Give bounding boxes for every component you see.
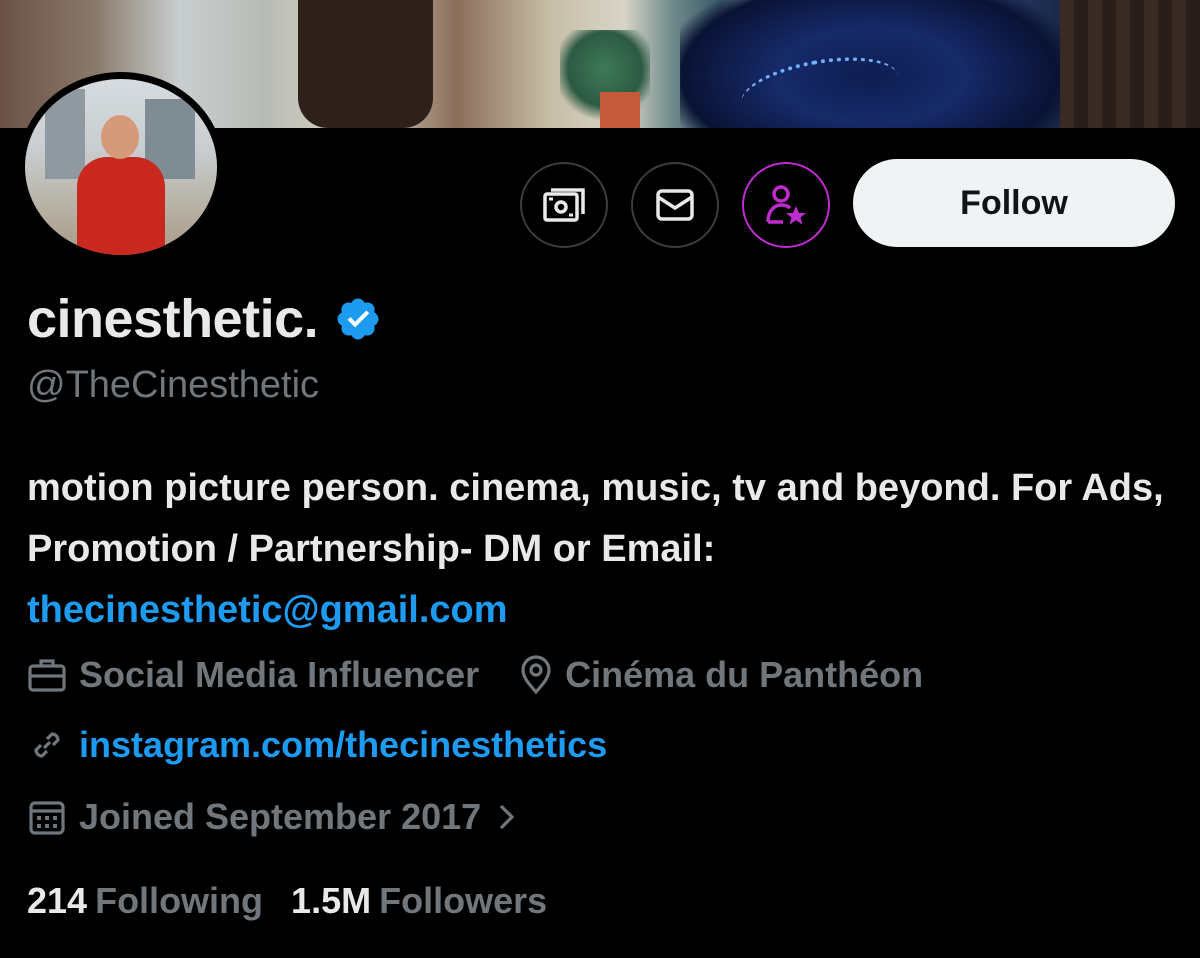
bio-text: motion picture person. cinema, music, tv…	[27, 467, 1164, 570]
location-text: Cinéma du Panthéon	[565, 654, 924, 695]
meta-row-category-location: Social Media Influencer Cinéma du Panthé…	[27, 654, 963, 696]
tip-money-button[interactable]	[520, 162, 608, 248]
handle: @TheCinesthetic	[27, 364, 320, 406]
briefcase-icon	[28, 659, 66, 692]
message-button[interactable]	[631, 162, 719, 248]
followers-label: Followers	[379, 880, 548, 921]
following-count: 214	[27, 880, 88, 921]
meta-row-website: instagram.com/thecinesthetics	[27, 724, 647, 766]
website-link[interactable]: instagram.com/thecinesthetics	[79, 724, 607, 766]
bio-email-link[interactable]: thecinesthetic@gmail.com	[27, 589, 508, 631]
followers-stat[interactable]: 1.5M Followers	[291, 880, 547, 922]
bio: motion picture person. cinema, music, tv…	[27, 458, 1177, 641]
follow-stats: 214 Following 1.5M Followers	[27, 880, 575, 922]
banner-pot	[600, 92, 640, 128]
banner-curtain	[1060, 0, 1200, 128]
calendar-icon	[29, 801, 65, 835]
subscribe-button[interactable]	[742, 162, 830, 248]
joined-item[interactable]: Joined September 2017	[27, 796, 519, 838]
money-icon	[543, 188, 585, 222]
location-pin-icon	[521, 655, 551, 695]
location-item: Cinéma du Panthéon	[519, 654, 923, 696]
following-label: Following	[95, 880, 264, 921]
followers-count: 1.5M	[291, 880, 372, 921]
avatar-image	[25, 79, 217, 255]
avatar-building-left	[45, 89, 85, 179]
envelope-icon	[656, 189, 694, 221]
category-item: Social Media Influencer	[27, 654, 479, 696]
chevron-right-icon	[500, 804, 515, 830]
name-row: cinesthetic.	[27, 288, 382, 350]
meta-row-joined: Joined September 2017	[27, 796, 559, 838]
website-item[interactable]: instagram.com/thecinesthetics	[27, 724, 607, 766]
avatar-red-jacket	[77, 157, 165, 255]
verified-badge-icon[interactable]	[334, 295, 382, 343]
category-text: Social Media Influencer	[79, 654, 480, 695]
banner-person-figure	[298, 0, 433, 128]
link-icon	[34, 732, 60, 758]
subscribe-person-star-icon	[766, 185, 806, 225]
display-name: cinesthetic.	[27, 289, 319, 349]
follow-button[interactable]: Follow	[853, 159, 1175, 247]
avatar[interactable]	[18, 72, 224, 262]
following-stat[interactable]: 214 Following	[27, 880, 263, 922]
joined-text: Joined September 2017	[79, 796, 482, 837]
avatar-head	[101, 115, 139, 159]
